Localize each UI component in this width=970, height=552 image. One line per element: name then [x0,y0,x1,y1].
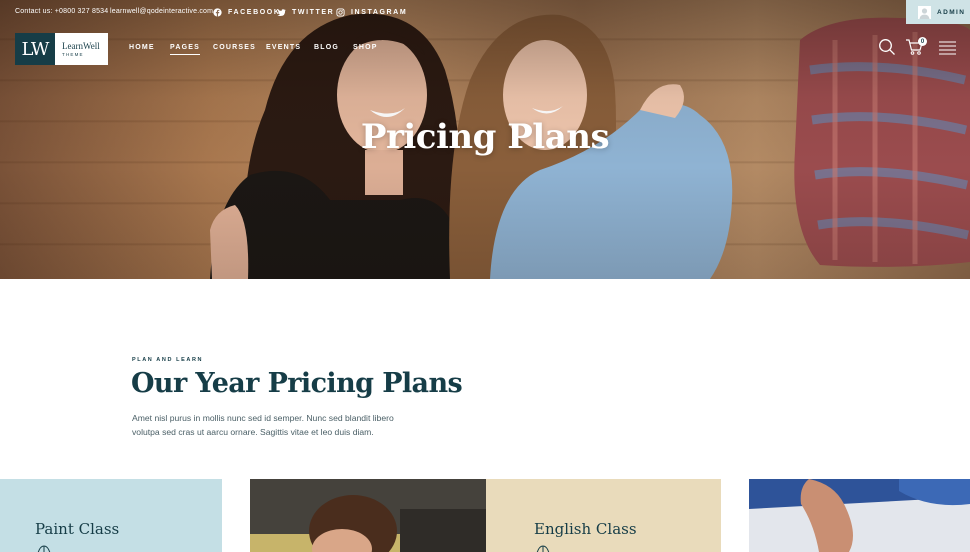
nav-item-pages[interactable]: PAGES [170,44,200,55]
site-logo[interactable]: LW LearnWell THEME [15,33,108,65]
page-title: Pricing Plans [360,117,610,157]
logo-wordmark: LearnWell THEME [55,33,108,65]
cart-count-badge: 0 [918,37,927,46]
pricing-card-image-child [250,479,486,552]
pricing-card-paint[interactable]: Paint Class [0,479,222,552]
social-facebook-link[interactable]: FACEBOOK [213,8,280,17]
nav-item-shop[interactable]: SHOP [353,44,378,51]
hero-banner: Contact us: +0800 327 8534 learnwell@qod… [0,0,970,279]
child-photo [250,479,486,552]
class-icon [37,545,51,552]
hands-photo [749,479,970,552]
contact-phone[interactable]: Contact us: +0800 327 8534 [15,8,108,15]
avatar [918,5,931,19]
section-description: Amet nisl purus in mollis nunc sed id se… [132,413,394,437]
nav-item-home[interactable]: HOME [129,44,155,51]
logo-mark: LW [15,33,55,65]
pricing-card-title: Paint Class [35,520,120,538]
section-title: Our Year Pricing Plans [131,368,463,399]
social-twitter-link[interactable]: TWITTER [277,8,334,17]
contact-email[interactable]: learnwell@qodeinteractive.com [110,8,213,15]
pricing-card-title: English Class [534,520,637,538]
nav-item-blog[interactable]: BLOG [314,44,339,51]
nav-item-events[interactable]: EVENTS [266,44,301,51]
social-instagram-label: INSTAGRAM [351,9,408,16]
twitter-icon [277,9,286,17]
menu-icon[interactable] [939,41,956,55]
pricing-card-image-hands [749,479,970,552]
social-facebook-label: FACEBOOK [228,9,281,16]
logo-tagline: THEME [62,52,84,57]
admin-label: ADMIN [937,8,966,16]
admin-account-button[interactable]: ADMIN [906,0,970,24]
logo-name: LearnWell [62,41,100,51]
social-instagram-link[interactable]: INSTAGRAM [336,8,407,17]
top-bar: Contact us: +0800 327 8534 learnwell@qod… [0,0,970,24]
class-icon [536,545,550,552]
pricing-card-english[interactable]: English Class [486,479,721,552]
facebook-icon [213,8,222,17]
nav-item-courses[interactable]: COURSES [213,44,256,51]
section-eyebrow: PLAN AND LEARN [132,357,204,363]
instagram-icon [336,8,345,17]
user-icon [919,7,930,19]
social-twitter-label: TWITTER [292,9,335,16]
cart-button[interactable]: 0 [905,37,929,58]
search-icon[interactable] [878,38,896,56]
